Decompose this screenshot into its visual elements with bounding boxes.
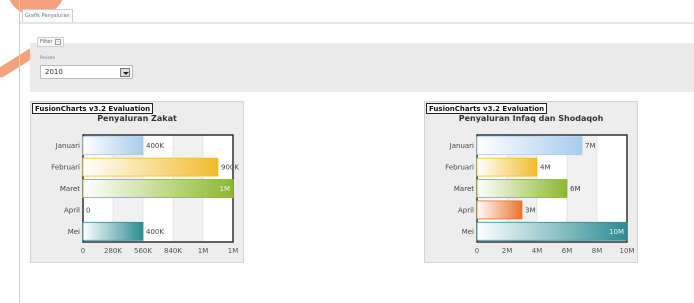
data-label: 900K [221,164,239,172]
x-tick-label: 280K [104,247,122,255]
x-tick-label: 6M [562,247,573,255]
tab-grafik-penyaluran[interactable]: Grafik Penyaluran [22,9,73,22]
evaluation-badge: FusionCharts v3.2 Evaluation [426,103,548,114]
chevron-down-icon[interactable] [120,68,130,77]
periode-label: Periode [40,55,55,60]
chart-zakat-svg: 0 280K 560K 840K 1M 1M Januari 400K Februari 900K… [51,134,239,255]
category-label: Maret [60,185,80,193]
left-border [19,0,20,303]
category-label: Januari [55,142,80,150]
category-label: Mei [462,228,474,236]
periode-value: 2010 [45,68,63,76]
x-tick-label: 8M [592,247,603,255]
x-tick-label: 840K [164,247,182,255]
data-label: 1M [220,185,231,193]
category-label: April [64,206,80,214]
x-tick-label: 2M [502,247,513,255]
tab-bar [20,22,694,24]
category-label: Maret [454,185,474,193]
data-label: 7M [585,142,596,150]
chart-infaq-svg: 0 2M 4M 6M 8M 10M Januari 7M Februari 4M Maret 6M Ap… [445,134,635,255]
bar [476,179,568,198]
chart-title: Penyaluran Zakat [97,114,177,123]
chart-infaq-shodaqoh: 0 2M 4M 6M 8M 10M Januari 7M Februari 4M Maret 6M Ap… [424,101,638,263]
data-label: 6M [570,185,581,193]
category-label: Februari [445,164,474,172]
bar [476,157,538,177]
bar [476,221,628,241]
collapse-icon[interactable]: – [54,38,61,45]
bar [82,157,219,177]
evaluation-badge: FusionCharts v3.2 Evaluation [32,103,154,114]
category-label: Februari [51,164,80,172]
chart-zakat: 0 280K 560K 840K 1M 1M Januari 400K Februari 900K… [30,101,244,263]
data-label: 400K [146,228,164,236]
x-tick-label: 560K [134,247,152,255]
bar [82,221,144,241]
x-tick-label: 4M [532,247,543,255]
category-label: Mei [68,228,80,236]
x-tick-label: 10M [620,247,635,255]
bar [476,200,523,220]
bar [476,136,583,156]
x-tick-label: 1M [228,247,239,255]
filter-legend[interactable]: Filter – [37,37,64,47]
data-label: 4M [540,164,551,172]
x-tick-label: 1M [198,247,209,255]
data-label: 400K [146,142,164,150]
bar [82,136,144,156]
filter-legend-label: Filter [40,39,53,45]
periode-select[interactable]: 2010 [40,65,133,79]
data-label: 3M [525,206,536,214]
data-label: 0 [86,206,90,214]
x-tick-label: 0 [81,247,85,255]
chart-title: Penyaluran Infaq dan Shodaqoh [458,114,604,123]
category-label: April [458,206,474,214]
data-label: 10M [609,228,624,236]
category-label: Januari [449,142,474,150]
bar [82,179,234,198]
x-tick-label: 0 [475,247,479,255]
